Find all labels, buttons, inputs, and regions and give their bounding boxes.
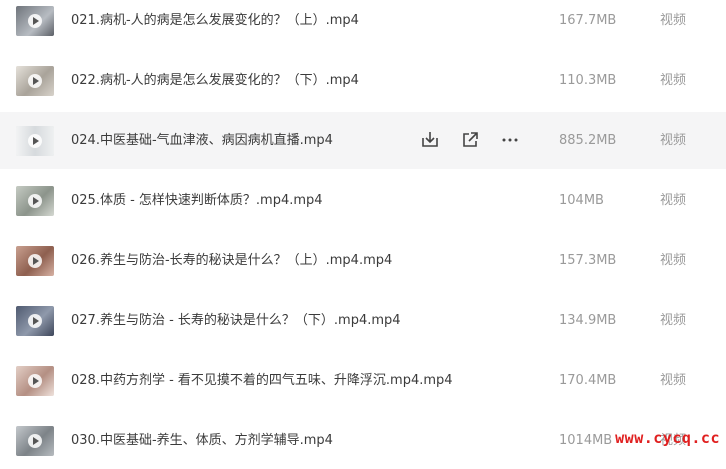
file-type: 视频 <box>660 13 687 28</box>
play-icon <box>28 194 42 208</box>
file-name[interactable]: 028.中药方剂学 - 看不见摸不着的四气五味、升降浮沉.mp4.mp4 <box>71 352 453 409</box>
file-list: 021.病机-人的病是怎么发展变化的？（上）.mp4 167.7MB 视频 02… <box>0 0 726 456</box>
play-icon <box>28 434 42 448</box>
file-name[interactable]: 030.中医基础-养生、体质、方剂学辅导.mp4 <box>71 412 333 469</box>
file-row[interactable]: 028.中药方剂学 - 看不见摸不着的四气五味、升降浮沉.mp4.mp4 170… <box>0 352 726 409</box>
file-size: 134.9MB <box>559 313 617 328</box>
file-size: 110.3MB <box>559 73 617 88</box>
play-icon <box>28 134 42 148</box>
file-size: 885.2MB <box>559 133 617 148</box>
play-icon <box>28 254 42 268</box>
file-name[interactable]: 022.病机-人的病是怎么发展变化的？（下）.mp4 <box>71 52 359 109</box>
file-name[interactable]: 024.中医基础-气血津液、病因病机直播.mp4 <box>71 112 333 169</box>
file-name[interactable]: 027.养生与防治 - 长寿的秘诀是什么？（下）.mp4.mp4 <box>71 292 401 349</box>
play-icon <box>28 314 42 328</box>
video-thumbnail[interactable] <box>16 6 54 36</box>
file-type: 视频 <box>660 193 687 208</box>
file-name[interactable]: 026.养生与防治-长寿的秘诀是什么？（上）.mp4.mp4 <box>71 232 392 289</box>
file-type: 视频 <box>660 253 687 268</box>
file-size: 104MB <box>559 193 604 208</box>
file-type: 视频 <box>660 133 687 148</box>
share-icon[interactable] <box>459 129 481 151</box>
row-actions <box>419 129 529 151</box>
video-thumbnail[interactable] <box>16 246 54 276</box>
file-size: 1014MB <box>559 433 613 448</box>
file-row-hovered[interactable]: 024.中医基础-气血津液、病因病机直播.mp4 885.2MB 视频 <box>0 112 726 169</box>
video-thumbnail[interactable] <box>16 306 54 336</box>
video-thumbnail[interactable] <box>16 366 54 396</box>
file-row[interactable]: 025.体质 - 怎样快速判断体质？.mp4.mp4 104MB 视频 <box>0 172 726 229</box>
file-row[interactable]: 026.养生与防治-长寿的秘诀是什么？（上）.mp4.mp4 157.3MB 视… <box>0 232 726 289</box>
file-size: 157.3MB <box>559 253 617 268</box>
file-type: 视频 <box>660 313 687 328</box>
video-thumbnail[interactable] <box>16 426 54 456</box>
file-size: 170.4MB <box>559 373 617 388</box>
file-type: 视频 <box>660 373 687 388</box>
file-size: 167.7MB <box>559 13 617 28</box>
download-icon[interactable] <box>419 129 441 151</box>
file-row[interactable]: 021.病机-人的病是怎么发展变化的？（上）.mp4 167.7MB 视频 <box>0 0 726 49</box>
video-thumbnail[interactable] <box>16 186 54 216</box>
file-row[interactable]: 027.养生与防治 - 长寿的秘诀是什么？（下）.mp4.mp4 134.9MB… <box>0 292 726 349</box>
more-icon[interactable] <box>499 129 521 151</box>
play-icon <box>28 14 42 28</box>
play-icon <box>28 74 42 88</box>
video-thumbnail[interactable] <box>16 126 54 156</box>
file-name[interactable]: 025.体质 - 怎样快速判断体质？.mp4.mp4 <box>71 172 323 229</box>
file-type: 视频 <box>660 73 687 88</box>
video-thumbnail[interactable] <box>16 66 54 96</box>
watermark: www.cycq.cc <box>615 429 720 447</box>
file-row[interactable]: 022.病机-人的病是怎么发展变化的？（下）.mp4 110.3MB 视频 <box>0 52 726 109</box>
play-icon <box>28 374 42 388</box>
file-name[interactable]: 021.病机-人的病是怎么发展变化的？（上）.mp4 <box>71 0 359 49</box>
